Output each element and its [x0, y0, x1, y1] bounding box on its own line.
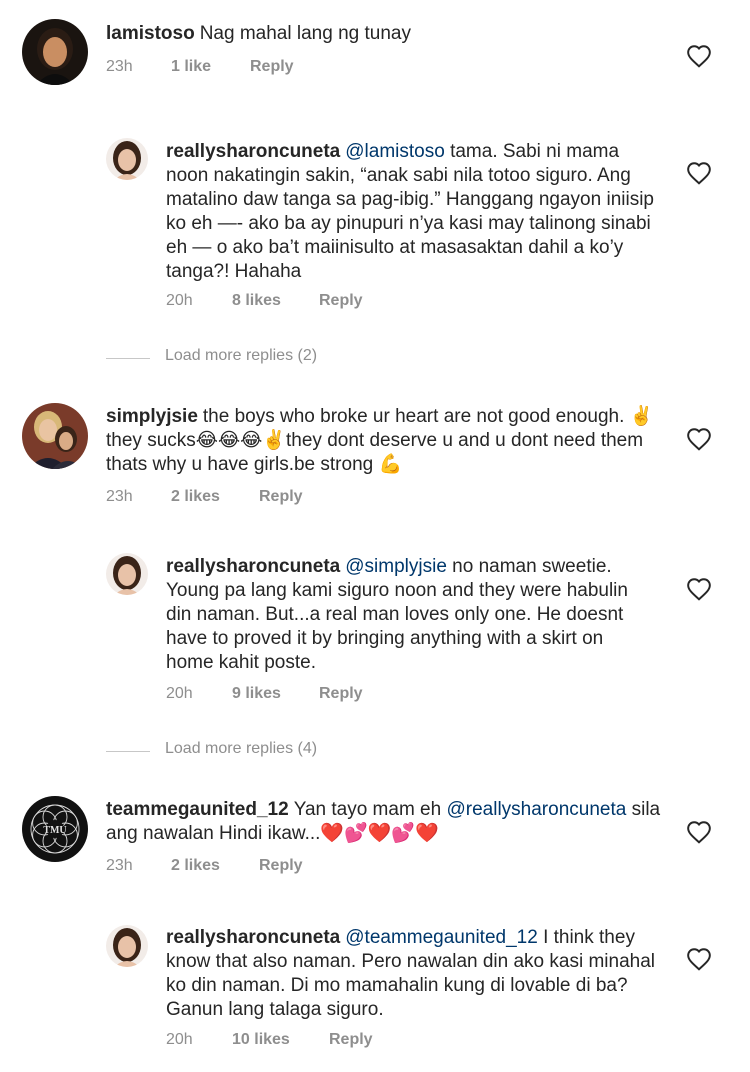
- comment-timestamp[interactable]: 23h: [106, 488, 133, 506]
- comment-timestamp[interactable]: 23h: [106, 58, 133, 76]
- comment-username[interactable]: reallysharoncuneta: [166, 927, 340, 948]
- avatar[interactable]: [22, 19, 88, 85]
- heart-outline-icon[interactable]: [686, 820, 712, 844]
- comment-text: Nag mahal lang ng tunay: [199, 23, 411, 44]
- load-more-replies-button[interactable]: Load more replies (2): [106, 347, 406, 371]
- avatar[interactable]: [106, 138, 148, 180]
- comment-username[interactable]: simplyjsie: [106, 406, 198, 427]
- svg-text:TMU: TMU: [43, 825, 66, 836]
- load-more-replies-label: Load more replies (2): [165, 347, 318, 364]
- load-more-replies-button[interactable]: Load more replies (4): [106, 740, 406, 764]
- reply-button[interactable]: Reply: [319, 685, 363, 703]
- likes-count[interactable]: 2 likes: [171, 488, 220, 506]
- mention-link[interactable]: @simplyjsie: [345, 556, 447, 577]
- mention-link[interactable]: @reallysharoncuneta: [446, 799, 626, 820]
- comment-timestamp[interactable]: 20h: [166, 685, 193, 703]
- comment-timestamp[interactable]: 23h: [106, 857, 133, 875]
- comment-timestamp[interactable]: 20h: [166, 292, 193, 310]
- comment-timestamp[interactable]: 20h: [166, 1031, 193, 1049]
- avatar[interactable]: [22, 403, 88, 469]
- comment-username[interactable]: teammegaunited_12: [106, 799, 289, 820]
- divider-line: [106, 751, 150, 752]
- comment-username[interactable]: reallysharoncuneta: [166, 141, 340, 162]
- heart-outline-icon[interactable]: [686, 44, 712, 68]
- avatar[interactable]: [106, 553, 148, 595]
- mention-link[interactable]: @teammegaunited_12: [345, 927, 538, 948]
- reply-button[interactable]: Reply: [259, 857, 303, 875]
- likes-count[interactable]: 9 likes: [232, 685, 281, 703]
- avatar[interactable]: [106, 925, 148, 967]
- likes-count[interactable]: 8 likes: [232, 292, 281, 310]
- heart-outline-icon[interactable]: [686, 161, 712, 185]
- mention-link[interactable]: @lamistoso: [345, 141, 445, 162]
- likes-count[interactable]: 10 likes: [232, 1031, 290, 1049]
- avatar[interactable]: TMU: [22, 796, 88, 862]
- heart-outline-icon[interactable]: [686, 947, 712, 971]
- comment-username[interactable]: lamistoso: [106, 23, 195, 44]
- reply-button[interactable]: Reply: [250, 58, 294, 76]
- reply-button[interactable]: Reply: [329, 1031, 373, 1049]
- comment-username[interactable]: reallysharoncuneta: [166, 556, 340, 577]
- likes-count[interactable]: 1 like: [171, 58, 211, 76]
- divider-line: [106, 358, 150, 359]
- heart-outline-icon[interactable]: [686, 427, 712, 451]
- heart-outline-icon[interactable]: [686, 577, 712, 601]
- comment-text-before: Yan tayo mam eh: [293, 799, 442, 820]
- load-more-replies-label: Load more replies (4): [165, 740, 318, 757]
- likes-count[interactable]: 2 likes: [171, 857, 220, 875]
- comment-text: tama. Sabi ni mama noon nakatingin sakin…: [166, 141, 654, 282]
- reply-button[interactable]: Reply: [319, 292, 363, 310]
- reply-button[interactable]: Reply: [259, 488, 303, 506]
